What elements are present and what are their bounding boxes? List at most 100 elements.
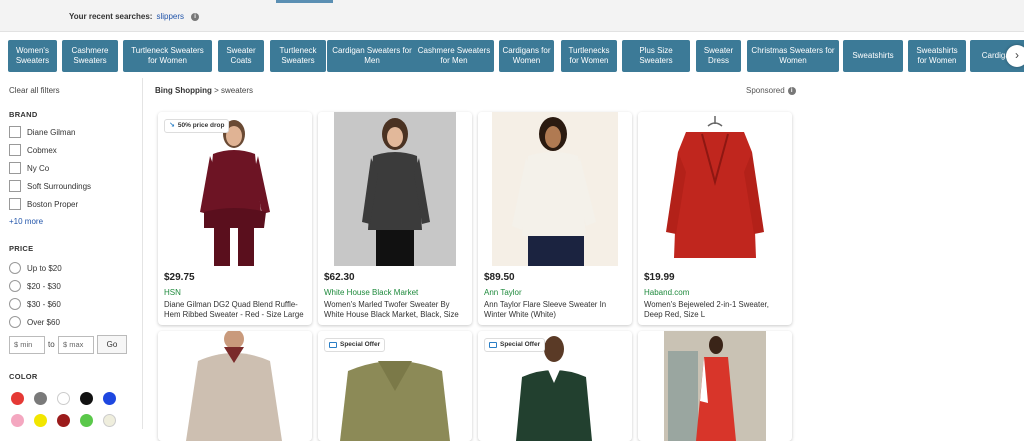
recent-searches: Your recent searches: slippers i (69, 12, 200, 21)
info-icon[interactable]: i (191, 12, 200, 21)
product-card[interactable]: $89.50 Ann Taylor Ann Taylor Flare Sleev… (478, 112, 632, 325)
brand-label: Ny Co (27, 163, 50, 173)
color-heading: COLOR (9, 372, 38, 381)
product-seller[interactable]: Ann Taylor (484, 288, 522, 297)
product-title[interactable]: Women's Marled Twofer Sweater By White H… (324, 300, 469, 320)
price-option[interactable]: $30 - $60 (9, 298, 61, 310)
chip-sweatshirts-women[interactable]: Sweatshirts for Women (908, 40, 966, 72)
product-image[interactable] (158, 331, 312, 441)
product-price: $89.50 (484, 272, 515, 283)
color-swatch[interactable] (11, 414, 24, 427)
brand-option[interactable]: Boston Proper (9, 198, 78, 210)
chip-turtlenecks-women[interactable]: Turtlenecks for Women (561, 40, 617, 72)
breadcrumb-source[interactable]: Bing Shopping (155, 86, 212, 95)
brand-option[interactable]: Cobmex (9, 144, 57, 156)
color-swatch[interactable] (57, 392, 70, 405)
brand-label: Diane Gilman (27, 127, 76, 137)
filter-sidebar: Clear all filters BRAND Diane Gilman Cob… (0, 78, 143, 429)
badge-text: Special Offer (340, 341, 381, 348)
chip-sweater-dress[interactable]: Sweater Dress (696, 40, 741, 72)
color-swatch[interactable] (103, 392, 116, 405)
go-button[interactable]: Go (97, 335, 127, 354)
product-card[interactable]: $19.99 Haband.com Women's Bejeweled 2-in… (638, 112, 792, 325)
chip-sweatshirts[interactable]: Sweatshirts (843, 40, 903, 72)
color-swatch[interactable] (57, 414, 70, 427)
chip-cardigan-sweaters-men[interactable]: Cardigan Sweaters for Men (327, 40, 417, 72)
color-swatch[interactable] (103, 414, 116, 427)
min-price-input[interactable]: $ min (9, 336, 45, 354)
brand-label: Boston Proper (27, 199, 79, 209)
radio-button[interactable] (9, 280, 21, 292)
price-option[interactable]: Over $60 (9, 316, 60, 328)
product-card[interactable]: $62.30 White House Black Market Women's … (318, 112, 472, 325)
price-label: Over $60 (27, 317, 60, 327)
product-card[interactable]: ↘ 50% price drop $29.75 HSN Diane Gilman … (158, 112, 312, 325)
product-title[interactable]: Diane Gilman DG2 Quad Blend Ruffle-Hem R… (164, 300, 309, 320)
product-image[interactable] (478, 112, 632, 266)
chip-cashmere-sweaters-men[interactable]: Cashmere Sweaters for Men (414, 40, 494, 72)
color-swatch[interactable] (34, 414, 47, 427)
product-title[interactable]: Ann Taylor Flare Sleeve Sweater In Winte… (484, 300, 629, 320)
price-label: Up to $20 (27, 263, 62, 273)
checkbox[interactable] (9, 180, 21, 192)
color-swatch[interactable] (80, 414, 93, 427)
chevron-right-icon[interactable]: › (1006, 45, 1024, 67)
product-image[interactable] (638, 331, 792, 441)
breadcrumb-query: sweaters (221, 86, 254, 95)
clear-all-filters[interactable]: Clear all filters (9, 86, 60, 95)
price-label: $30 - $60 (27, 299, 61, 309)
price-option[interactable]: Up to $20 (9, 262, 62, 274)
product-card[interactable]: Special Offer (478, 331, 632, 441)
checkbox[interactable] (9, 198, 21, 210)
chip-cardigans-women[interactable]: Cardigans for Women (499, 40, 554, 72)
color-swatch[interactable] (34, 392, 47, 405)
product-image[interactable] (158, 112, 312, 266)
radio-button[interactable] (9, 316, 21, 328)
radio-button[interactable] (9, 298, 21, 310)
brand-label: Soft Surroundings (27, 181, 92, 191)
product-title[interactable]: Women's Bejeweled 2-in-1 Sweater, Deep R… (644, 300, 789, 320)
brand-option[interactable]: Soft Surroundings (9, 180, 91, 192)
product-card[interactable] (638, 331, 792, 441)
color-swatch[interactable] (80, 392, 93, 405)
chip-cashmere-sweaters[interactable]: Cashmere Sweaters (62, 40, 118, 72)
brand-label: Cobmex (27, 145, 57, 155)
recent-searches-label: Your recent searches: (69, 12, 153, 21)
chip-turtleneck-sweaters-women[interactable]: Turtleneck Sweaters for Women (123, 40, 212, 72)
chip-sweater-coats[interactable]: Sweater Coats (218, 40, 264, 72)
product-card[interactable]: Special Offer (318, 331, 472, 441)
more-brands-link[interactable]: +10 more (9, 217, 43, 226)
checkbox[interactable] (9, 126, 21, 138)
product-card[interactable] (158, 331, 312, 441)
special-offer-badge: Special Offer (324, 338, 386, 352)
product-seller[interactable]: Haband.com (644, 288, 689, 297)
breadcrumb-separator: > (214, 86, 219, 95)
chip-plus-size-sweaters[interactable]: Plus Size Sweaters (622, 40, 690, 72)
brand-heading: BRAND (9, 110, 38, 119)
max-price-input[interactable]: $ max (58, 336, 94, 354)
product-price: $62.30 (324, 272, 355, 283)
checkbox[interactable] (9, 162, 21, 174)
badge-text: 50% price drop (177, 122, 225, 129)
price-option[interactable]: $20 - $30 (9, 280, 61, 292)
trend-down-icon: ↘ (169, 122, 175, 129)
product-image[interactable] (318, 112, 472, 266)
tag-icon (329, 342, 337, 348)
color-swatch[interactable] (11, 392, 24, 405)
brand-option[interactable]: Ny Co (9, 162, 49, 174)
product-seller[interactable]: White House Black Market (324, 288, 418, 297)
info-icon[interactable]: i (787, 86, 796, 95)
product-image[interactable] (638, 112, 792, 266)
checkbox[interactable] (9, 144, 21, 156)
radio-button[interactable] (9, 262, 21, 274)
sponsored-label: Sponsored i (746, 86, 796, 95)
chip-turtleneck-sweaters[interactable]: Turtleneck Sweaters (270, 40, 326, 72)
related-searches-chips: Women's Sweaters Cashmere Sweaters Turtl… (8, 40, 1024, 72)
tag-icon (489, 342, 497, 348)
active-tab-indicator (276, 0, 333, 3)
product-seller[interactable]: HSN (164, 288, 181, 297)
chip-christmas-sweaters-women[interactable]: Christmas Sweaters for Women (747, 40, 839, 72)
recent-search-link[interactable]: slippers (156, 12, 184, 21)
chip-womens-sweaters[interactable]: Women's Sweaters (8, 40, 57, 72)
brand-option[interactable]: Diane Gilman (9, 126, 75, 138)
